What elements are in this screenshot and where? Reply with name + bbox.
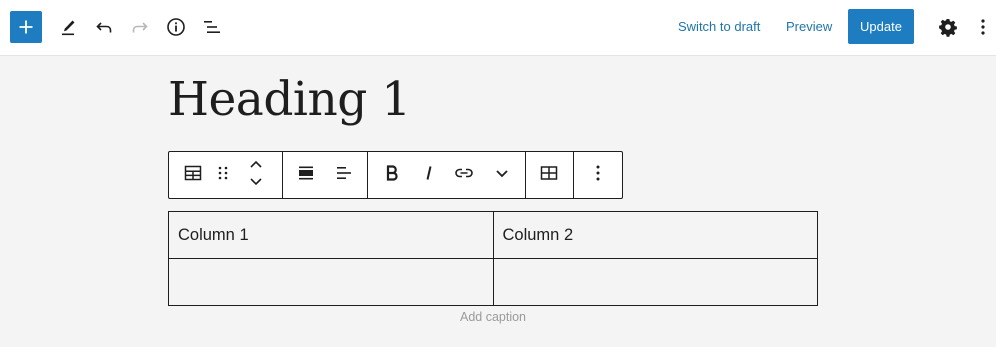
list-view-icon — [202, 17, 222, 37]
table-row: Column 1 Column 2 — [168, 211, 818, 259]
block-type-table-button[interactable] — [178, 152, 208, 198]
align-full-icon — [296, 163, 316, 188]
table-cell[interactable] — [492, 258, 818, 306]
link-button[interactable] — [449, 152, 479, 198]
move-up-down-button[interactable] — [241, 152, 271, 198]
undo-button[interactable] — [90, 13, 118, 41]
details-button[interactable] — [162, 13, 190, 41]
data-table: Column 1 Column 2 — [168, 211, 818, 306]
drag-handle-icon — [217, 164, 229, 187]
drag-handle[interactable] — [211, 152, 235, 198]
align-full-button[interactable] — [291, 152, 321, 198]
more-vertical-icon — [595, 163, 601, 188]
list-view-button[interactable] — [198, 13, 226, 41]
table-cell[interactable]: Column 1 — [168, 211, 494, 259]
update-button[interactable]: Update — [848, 9, 914, 44]
table-cell[interactable]: Column 2 — [492, 211, 818, 259]
italic-icon — [419, 163, 439, 188]
chevron-down-icon — [494, 165, 510, 186]
settings-button[interactable] — [935, 13, 961, 41]
redo-button[interactable] — [126, 13, 154, 41]
table-icon — [183, 163, 203, 188]
editor-header: Switch to draft Preview Update — [0, 0, 996, 56]
redo-icon — [130, 17, 150, 37]
edit-table-button[interactable] — [534, 152, 564, 198]
plus-icon — [18, 19, 34, 35]
options-button[interactable] — [972, 13, 994, 41]
block-toolbar — [168, 151, 623, 199]
move-up-down-icon — [248, 158, 264, 193]
switch-to-draft-button[interactable]: Switch to draft — [678, 19, 760, 34]
align-left-icon — [334, 163, 354, 188]
italic-button[interactable] — [414, 152, 444, 198]
edit-table-icon — [539, 163, 559, 188]
text-align-button[interactable] — [329, 152, 359, 198]
table-caption-placeholder[interactable]: Add caption — [168, 310, 818, 324]
table-block: Column 1 Column 2 — [168, 211, 818, 306]
info-icon — [166, 17, 186, 37]
more-vertical-icon — [980, 17, 986, 37]
gear-icon — [938, 17, 958, 37]
table-cell[interactable] — [168, 258, 494, 306]
undo-icon — [94, 17, 114, 37]
table-row — [168, 258, 818, 306]
tools-button[interactable] — [54, 13, 82, 41]
bold-icon — [382, 163, 402, 188]
block-options-button[interactable] — [584, 152, 612, 198]
preview-button[interactable]: Preview — [786, 19, 832, 34]
more-rich-text-button[interactable] — [487, 152, 517, 198]
bold-button[interactable] — [377, 152, 407, 198]
post-heading[interactable]: Heading 1 — [168, 72, 411, 127]
add-block-button[interactable] — [10, 11, 42, 43]
link-icon — [453, 163, 475, 188]
pencil-icon — [58, 17, 78, 37]
